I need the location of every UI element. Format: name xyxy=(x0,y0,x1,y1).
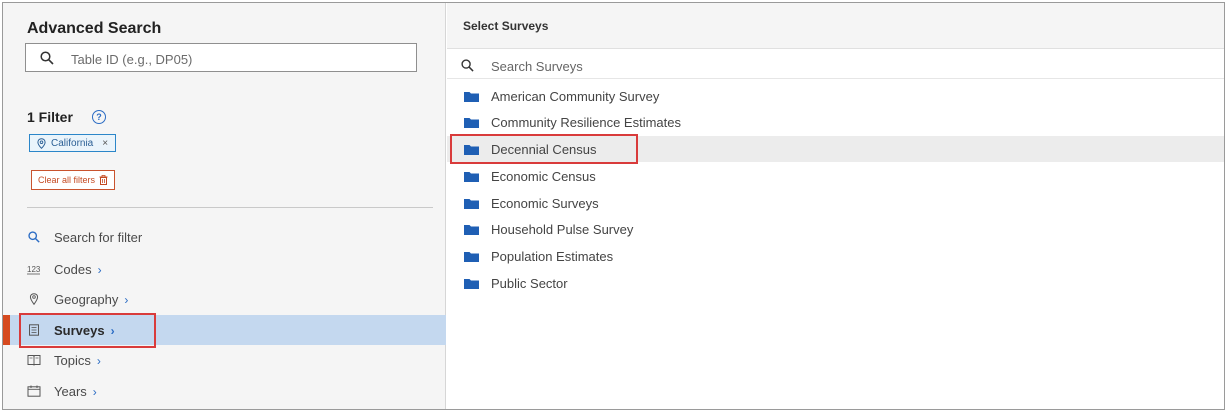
folder-icon xyxy=(464,172,479,182)
divider xyxy=(27,207,433,208)
nav-item-topics[interactable]: Topics › xyxy=(3,345,446,375)
help-icon[interactable]: ? xyxy=(92,110,106,124)
nav-item-search-for-filter[interactable]: Search for filter xyxy=(3,222,446,252)
chevron-right-icon: › xyxy=(96,354,101,368)
map-pin-icon xyxy=(29,293,39,305)
survey-label: American Community Survey xyxy=(491,89,660,104)
chevron-right-icon: › xyxy=(97,263,102,277)
active-indicator xyxy=(3,315,10,345)
nav-item-label: Codes › xyxy=(54,262,102,277)
highlight-box xyxy=(450,134,638,164)
filter-count-label: 1 Filter xyxy=(27,109,73,125)
highlight-box xyxy=(19,313,156,348)
folder-icon xyxy=(464,225,479,235)
folder-icon xyxy=(464,252,479,262)
nav-item-codes[interactable]: 123 Codes › xyxy=(3,254,446,284)
chevron-right-icon: › xyxy=(92,385,97,399)
survey-label: Population Estimates xyxy=(491,249,614,264)
survey-label: Community Resilience Estimates xyxy=(491,115,682,130)
search-icon xyxy=(461,59,474,72)
search-surveys-placeholder: Search Surveys xyxy=(491,59,583,74)
survey-item-economic-census[interactable]: Economic Census xyxy=(447,163,1224,189)
survey-label: Household Pulse Survey xyxy=(491,222,634,237)
search-icon xyxy=(28,231,40,243)
clear-all-label: Clear all filters xyxy=(38,175,96,185)
panel-header: Select Surveys xyxy=(447,3,1224,49)
trash-icon xyxy=(99,175,108,185)
svg-text:123: 123 xyxy=(27,265,41,274)
nav-item-label: Search for filter xyxy=(54,230,143,245)
survey-label: Economic Census xyxy=(491,169,596,184)
folder-icon xyxy=(464,118,479,128)
survey-item-economic-surveys[interactable]: Economic Surveys xyxy=(447,190,1224,216)
book-icon xyxy=(27,355,41,366)
table-id-placeholder: Table ID (e.g., DP05) xyxy=(71,52,193,67)
nav-item-label: Geography › xyxy=(54,292,129,307)
app-window: Advanced Search Table ID (e.g., DP05) 1 … xyxy=(2,2,1225,410)
panel-title: Select Surveys xyxy=(463,19,549,33)
chip-label: California xyxy=(51,137,94,149)
table-id-search-input[interactable]: Table ID (e.g., DP05) xyxy=(25,43,417,72)
filter-chip-california[interactable]: California × xyxy=(29,134,117,152)
survey-label: Public Sector xyxy=(491,276,568,291)
codes-icon: 123 xyxy=(27,265,41,275)
survey-item-community-resilience-estimates[interactable]: Community Resilience Estimates xyxy=(447,109,1224,135)
advanced-search-panel: Advanced Search Table ID (e.g., DP05) 1 … xyxy=(3,3,446,409)
clear-all-filters-button[interactable]: Clear all filters xyxy=(31,170,116,190)
survey-item-american-community-survey[interactable]: American Community Survey xyxy=(447,83,1224,109)
survey-item-household-pulse-survey[interactable]: Household Pulse Survey xyxy=(447,216,1224,242)
folder-icon xyxy=(464,92,479,102)
folder-icon xyxy=(464,279,479,289)
survey-item-public-sector[interactable]: Public Sector xyxy=(447,270,1224,296)
search-surveys-input[interactable]: Search Surveys xyxy=(447,51,1224,79)
select-surveys-panel: Select Surveys Search Surveys American C… xyxy=(447,3,1224,409)
survey-item-population-estimates[interactable]: Population Estimates xyxy=(447,243,1224,269)
calendar-icon xyxy=(27,385,41,397)
chip-remove-icon[interactable]: × xyxy=(102,138,108,149)
map-pin-icon xyxy=(37,137,46,149)
search-icon xyxy=(40,51,54,65)
nav-item-label: Topics › xyxy=(54,353,101,368)
survey-label: Economic Surveys xyxy=(491,196,599,211)
folder-icon xyxy=(464,199,479,209)
panel-title: Advanced Search xyxy=(27,20,162,37)
nav-item-geography[interactable]: Geography › xyxy=(3,284,446,314)
nav-item-label: Years › xyxy=(54,384,97,399)
chevron-right-icon: › xyxy=(124,293,129,307)
nav-item-years[interactable]: Years › xyxy=(3,376,446,406)
